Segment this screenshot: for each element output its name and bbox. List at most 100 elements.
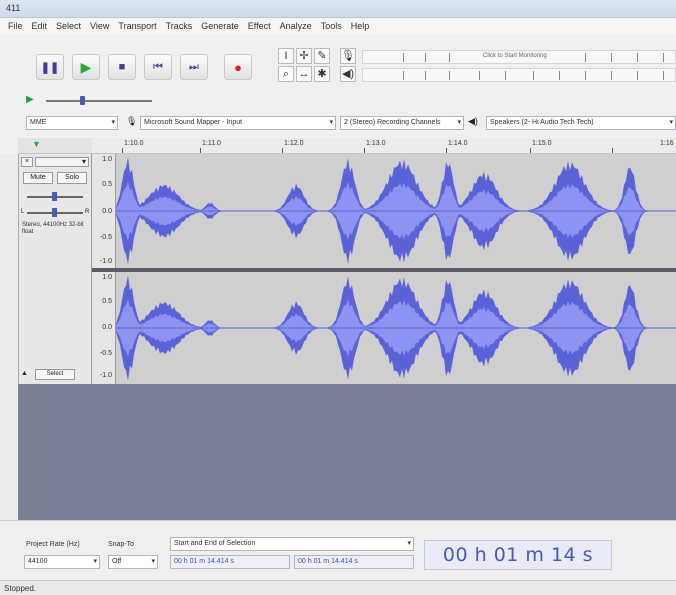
ruler-label: 1:11.0: [202, 140, 221, 147]
selection-tool[interactable]: I: [278, 48, 294, 64]
scale-label: 0.0: [102, 208, 112, 215]
speed-slider-thumb[interactable]: [80, 96, 85, 105]
draw-tool[interactable]: ✎: [314, 48, 330, 64]
scale-label: 1.0: [102, 274, 112, 281]
recording-channels-select[interactable]: 2 (Stereo) Recording Channels ▾: [340, 116, 464, 130]
timeshift-tool[interactable]: ↔: [296, 66, 312, 82]
pan-right-label: R: [85, 209, 90, 215]
pause-button[interactable]: ❚❚: [36, 54, 64, 80]
track-control-panel[interactable]: × ▾ Mute Solo L R Stereo, 44100Hz 32-bit…: [18, 154, 92, 384]
gain-slider-thumb[interactable]: [52, 192, 57, 201]
audio-host-select[interactable]: MME ▾: [26, 116, 118, 130]
ruler-label: 1:13.0: [366, 140, 386, 147]
chevron-down-icon: ▾: [81, 157, 86, 166]
play-button[interactable]: ▶: [72, 54, 100, 80]
snap-to-value: Off: [112, 558, 122, 565]
status-bar: Stopped.: [0, 580, 676, 595]
envelope-tool[interactable]: ✢: [296, 48, 312, 64]
selection-mode-value: Start and End of Selection: [174, 540, 256, 547]
record-button[interactable]: ●: [224, 54, 252, 80]
audio-position-value: 00 h 01 m 14 s: [442, 544, 594, 566]
solo-button[interactable]: Solo: [57, 172, 87, 184]
record-meter-mic[interactable]: 🎙: [340, 48, 356, 64]
selection-end-value: 00 h 01 m 14.414 s: [298, 558, 358, 565]
selection-end-field[interactable]: 00 h 01 m 14.414 s: [294, 555, 414, 569]
collapse-track-button[interactable]: ▲: [21, 370, 31, 380]
snap-to-select[interactable]: Off ▾: [108, 555, 158, 569]
microphone-device-icon: 🎙: [126, 116, 138, 126]
track-menu-button[interactable]: ▾: [35, 157, 89, 167]
playback-meter[interactable]: [362, 68, 676, 82]
menu-view[interactable]: View: [90, 21, 109, 31]
mute-button[interactable]: Mute: [23, 172, 53, 184]
speaker-icon: ◀): [341, 68, 355, 80]
timeshift-icon: ↔: [298, 68, 310, 80]
pencil-icon: ✎: [317, 50, 327, 62]
pan-slider-thumb[interactable]: [52, 208, 57, 217]
title-bar: 411: [0, 0, 676, 18]
multi-tool-icon: ✱: [317, 68, 327, 80]
recording-device-select[interactable]: Microsoft Sound Mapper - Input ▾: [140, 116, 336, 130]
audio-position-display[interactable]: 00 h 01 m 14 s: [424, 540, 612, 570]
empty-track-area[interactable]: [18, 384, 676, 520]
audacity-window: 411 File Edit Select View Transport Trac…: [0, 0, 676, 595]
selection-start-value: 00 h 01 m 14.414 s: [174, 558, 234, 565]
menu-bar: File Edit Select View Transport Tracks G…: [0, 18, 676, 34]
play-icon: ▶: [80, 58, 92, 75]
speaker-device-icon: ◀): [468, 116, 478, 126]
menu-select[interactable]: Select: [56, 21, 81, 31]
pin-icon[interactable]: ▼: [32, 139, 41, 149]
project-rate-label: Project Rate (Hz): [26, 541, 80, 548]
menu-tracks[interactable]: Tracks: [166, 21, 193, 31]
pause-icon: ❚❚: [40, 61, 60, 74]
menu-file[interactable]: File: [8, 21, 23, 31]
timeline-ruler[interactable]: 1:10.0 1:11.0 1:12.0 1:13.0 1:14.0 1:15.…: [92, 138, 676, 154]
left-gutter: [0, 154, 18, 520]
scale-label: 0.5: [102, 298, 112, 305]
skip-start-icon: ⏮: [153, 60, 163, 73]
chevron-down-icon: ▾: [111, 119, 115, 126]
chevron-down-icon: ▾: [93, 558, 97, 565]
selection-start-field[interactable]: 00 h 01 m 14.414 s: [170, 555, 290, 569]
select-label: Select: [46, 371, 64, 377]
monitoring-prompt[interactable]: Click to Start Monitoring: [483, 53, 547, 59]
channel-separator: [92, 268, 676, 272]
menu-tools[interactable]: Tools: [321, 21, 342, 31]
menu-analyze[interactable]: Analyze: [280, 21, 312, 31]
scale-label: -1.0: [99, 258, 112, 265]
envelope-icon: ✢: [299, 50, 309, 62]
menu-generate[interactable]: Generate: [201, 21, 239, 31]
skip-end-icon: ⏭: [189, 60, 199, 73]
menu-effect[interactable]: Effect: [248, 21, 271, 31]
speed-slider-track[interactable]: [46, 100, 152, 102]
snap-to-label: Snap-To: [108, 541, 135, 548]
status-text: Stopped.: [4, 584, 37, 593]
timeline-corner: ▼: [18, 138, 92, 154]
zoom-icon: ⌕: [282, 68, 290, 80]
scale-label: 1.0: [102, 156, 112, 163]
chevron-down-icon: ▾: [669, 119, 673, 126]
ruler-label: 1:10.0: [124, 140, 144, 147]
scale-label: 0.5: [102, 181, 112, 188]
microphone-icon: 🎙: [341, 50, 355, 62]
menu-transport[interactable]: Transport: [118, 21, 156, 31]
multi-tool[interactable]: ✱: [314, 66, 330, 82]
zoom-tool[interactable]: ⌕: [278, 66, 294, 82]
record-icon: ●: [234, 59, 242, 75]
track-close-button[interactable]: ×: [21, 157, 33, 167]
skip-to-end-button[interactable]: ⏭: [180, 54, 208, 80]
scale-label: 0.0: [102, 324, 112, 331]
menu-help[interactable]: Help: [351, 21, 370, 31]
selection-mode-select[interactable]: Start and End of Selection ▾: [170, 537, 414, 551]
select-track-button[interactable]: Select: [35, 369, 75, 380]
menu-edit[interactable]: Edit: [32, 21, 48, 31]
project-rate-select[interactable]: 44100 ▾: [24, 555, 100, 569]
stop-button[interactable]: ■: [108, 54, 136, 80]
chevron-down-icon: ▾: [407, 540, 411, 547]
recording-meter[interactable]: Click to Start Monitoring: [362, 50, 676, 64]
solo-label: Solo: [64, 174, 79, 181]
playback-device-select[interactable]: Speakers (2- Hi Audio Tech Tech) ▾: [486, 116, 676, 130]
playback-meter-speaker[interactable]: ◀): [340, 66, 356, 82]
play-at-speed-icon[interactable]: ▶: [26, 94, 34, 105]
skip-to-start-button[interactable]: ⏮: [144, 54, 172, 80]
